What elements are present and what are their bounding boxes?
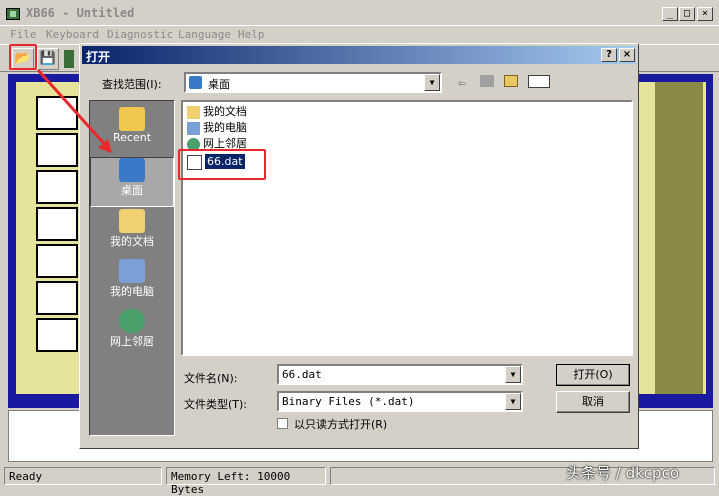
annotation-arrow bbox=[36, 68, 112, 153]
